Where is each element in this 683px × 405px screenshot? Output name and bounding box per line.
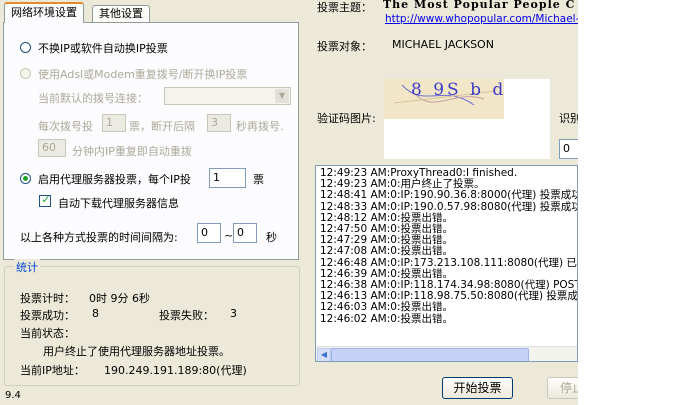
target-label: 投票对象：	[317, 40, 372, 53]
success-value: 8	[92, 307, 99, 320]
dial-interval-suffix: 秒再拨号.	[236, 120, 284, 133]
captcha-image: 8 9S b d	[384, 79, 550, 159]
log-line: 12:46:02 AM:0:投票出错。	[320, 312, 453, 325]
success-label: 投票成功：	[20, 309, 75, 322]
interval-unit: 秒	[266, 231, 277, 244]
subject-label: 投票主题：	[317, 1, 372, 14]
radio-adsl-redial[interactable]	[20, 68, 31, 79]
captcha-label: 验证码图片:	[317, 112, 376, 125]
horizontal-scrollbar[interactable]: ◀	[316, 346, 577, 361]
tab-other-settings[interactable]: 其他设置	[92, 5, 150, 22]
dial-every-suffix: 票，断开后隔	[129, 120, 195, 133]
proxy-votes-unit: 票	[253, 173, 264, 186]
version-label: 9.4	[5, 390, 21, 401]
start-vote-button[interactable]: 开始投票	[442, 377, 513, 399]
status-label: 当前状态：	[20, 327, 75, 340]
status-value: 用户终止了使用代理服务器地址投票。	[43, 345, 230, 358]
votes-per-dial-input[interactable]: 1	[102, 114, 126, 132]
fail-label: 投票失败：	[159, 309, 214, 322]
fail-value: 3	[230, 307, 237, 320]
proxy-vote-label: 启用代理服务器投票，每个IP投	[38, 173, 191, 186]
interval-separator: ~	[224, 229, 234, 242]
dial-connection-select[interactable]: ▼	[164, 87, 291, 105]
interval-to-input[interactable]: 0	[233, 223, 257, 243]
chevron-down-icon: ▼	[275, 89, 289, 103]
votes-per-proxy-input[interactable]: 1	[209, 168, 246, 188]
tab-network-settings[interactable]: 网络环境设置	[4, 2, 84, 23]
ip-value: 190.249.191.189:80(代理)	[104, 364, 247, 377]
scroll-left-icon[interactable]: ◀	[317, 348, 331, 361]
recognize-label: 识别	[559, 112, 578, 125]
log-list[interactable]: 12:49:23 AM:ProxyThread0:I finished. 12:4…	[315, 165, 578, 362]
captcha-text: 8 9S b d	[411, 80, 507, 100]
vote-url-link[interactable]: http://www.whopopular.com/Michael-Ja	[385, 13, 578, 25]
subject-value: The Most Popular People C	[383, 0, 576, 11]
ip-label: 当前IP地址：	[20, 364, 85, 377]
checkmark-icon: ✓	[41, 193, 51, 206]
log-line: 12:48:33 AM:0:IP:190.0.57.98:8080(代理) 投票…	[320, 200, 578, 213]
log-line: 12:48:41 AM:0:IP:190.90.36.8:8000(代理) 投票…	[320, 189, 578, 202]
log-line: 12:47:08 AM:0:投票出错。	[320, 245, 453, 258]
target-value: MICHAEL JACKSON	[392, 38, 494, 51]
recognize-input[interactable]: 0	[559, 139, 578, 159]
retry-minutes-input[interactable]: 60	[38, 139, 66, 157]
timer-value: 0时 9分 6秒	[89, 292, 150, 305]
current-dial-label: 当前默认的拨号连接：	[38, 92, 148, 105]
retry-suffix: 分钟内IP重复即自动重拨	[72, 145, 192, 158]
auto-download-label: 自动下载代理服务器信息	[58, 197, 179, 210]
interval-from-input[interactable]: 0	[197, 223, 221, 243]
no-change-ip-label: 不换IP或软件自动换IP投票	[38, 42, 168, 55]
stats-group: 统计 投票计时： 0时 9分 6秒 投票成功： 8 投票失败： 3 当前状态： …	[4, 259, 300, 386]
radio-proxy-vote[interactable]	[20, 173, 31, 184]
adsl-redial-label: 使用Adsl或Modem重复拨号/断开换IP投票	[38, 68, 248, 81]
network-settings-panel: 不换IP或软件自动换IP投票 使用Adsl或Modem重复拨号/断开换IP投票 …	[3, 22, 299, 260]
stats-title: 统计	[14, 259, 40, 275]
background-blank-area	[578, 0, 683, 405]
radio-no-change-ip[interactable]	[20, 42, 31, 53]
stop-vote-button[interactable]: 停止	[547, 377, 578, 399]
log-line: 12:46:48 AM:0:IP:173.213.108.111:8080(代理…	[320, 256, 578, 269]
redial-interval-input[interactable]: 3	[207, 114, 231, 132]
dial-every-prefix: 每次拨号投	[38, 120, 93, 133]
log-line: 12:46:03 AM:0:投票出错。	[320, 301, 453, 314]
scroll-thumb[interactable]	[331, 348, 529, 361]
timer-label: 投票计时：	[20, 292, 75, 305]
vote-app-window: 网络环境设置 其他设置 不换IP或软件自动换IP投票 使用Adsl或Modem重…	[0, 0, 578, 405]
interval-label: 以上各种方式投票的时间间隔为:	[20, 231, 178, 244]
auto-download-checkbox[interactable]: ✓	[39, 193, 51, 207]
